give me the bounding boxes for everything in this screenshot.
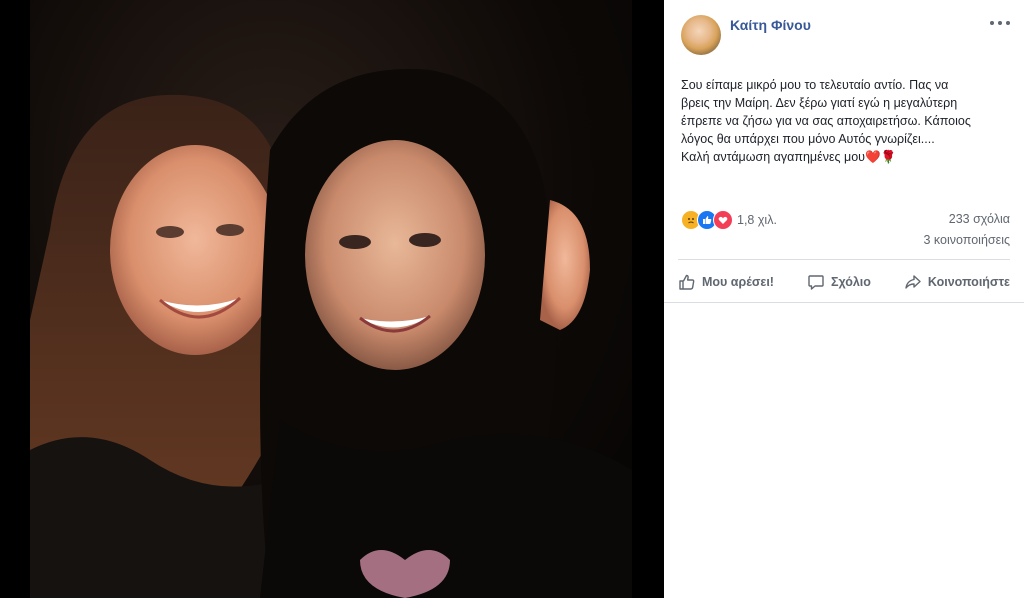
shares-count[interactable]: 3 κοινοποιήσεις — [924, 233, 1011, 247]
share-button[interactable]: Κοινοποιήστε — [902, 269, 1012, 295]
share-arrow-icon — [904, 273, 922, 291]
post-text-line: λόγος θα υπάρχει που μόνο Αυτός γνωρίζει… — [681, 132, 935, 146]
thumbs-up-icon — [678, 273, 696, 291]
like-button[interactable]: Μου αρέσει! — [676, 269, 776, 295]
divider — [678, 259, 1010, 260]
post-photo[interactable] — [30, 0, 632, 598]
more-options-icon[interactable] — [990, 16, 1010, 30]
post-actions: Μου αρέσει! Σχόλιο Κοινοποιήστε — [676, 266, 1012, 298]
comments-count[interactable]: 233 σχόλια — [949, 212, 1010, 226]
reactions-count: 1,8 χιλ. — [737, 213, 777, 227]
post-text-line: έπρεπε να ζήσω για να σας αποχαιρετήσω. … — [681, 114, 971, 128]
love-icon — [713, 210, 733, 230]
like-button-label: Μου αρέσει! — [702, 275, 774, 289]
post-details-panel: Καίτη Φίνου Σου είπαμε μικρό μου το τελε… — [664, 0, 1024, 598]
reactions-summary[interactable]: 1,8 χιλ. — [681, 210, 777, 230]
post-text-line: βρεις την Μαίρη. Δεν ξέρω γιατί εγώ η με… — [681, 96, 958, 110]
comment-button[interactable]: Σχόλιο — [805, 269, 873, 295]
comment-bubble-icon — [807, 273, 825, 291]
photo-illustration — [30, 69, 632, 598]
divider — [664, 302, 1024, 303]
post-text: Σου είπαμε μικρό μου το τελευταίο αντίο.… — [681, 76, 1011, 166]
avatar[interactable] — [681, 15, 721, 55]
comment-button-label: Σχόλιο — [830, 275, 871, 289]
photo-viewer — [0, 0, 664, 598]
post-text-line: Καλή αντάμωση αγαπημένες μου❤️🌹 — [681, 150, 897, 164]
share-button-label: Κοινοποιήστε — [927, 275, 1010, 289]
author-name[interactable]: Καίτη Φίνου — [730, 17, 811, 33]
post-text-line: Σου είπαμε μικρό μου το τελευταίο αντίο.… — [681, 78, 949, 92]
